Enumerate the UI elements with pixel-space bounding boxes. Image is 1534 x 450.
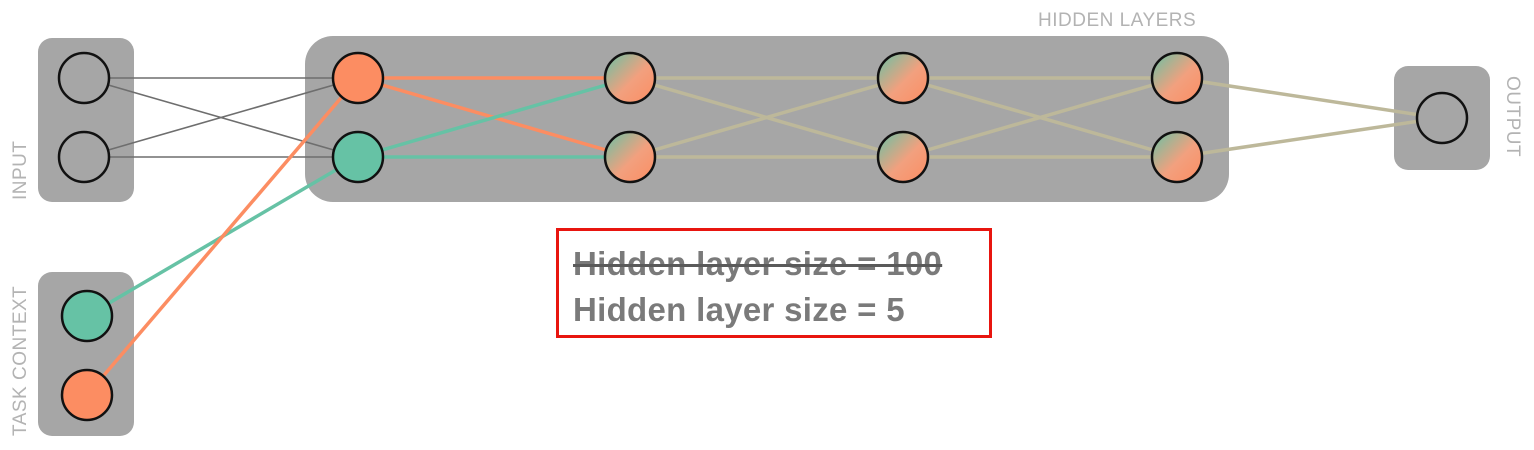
hidden-node [1150,130,1204,184]
old-hidden-size-text: Hidden layer size = 100 [573,245,943,282]
hidden-node [876,51,930,105]
input-node [57,130,111,184]
hidden-node [876,130,930,184]
network-diagram: INPUT TASK CONTEXT HIDDEN LAYERS OUTPUT [10,10,1523,436]
output-label: OUTPUT [1502,76,1523,157]
task-context-label: TASK CONTEXT [10,286,31,436]
input-label: INPUT [10,141,31,201]
hidden-node [603,130,657,184]
input-node [57,51,111,105]
hidden-node [603,51,657,105]
hidden-node [1150,51,1204,105]
new-hidden-size-text: Hidden layer size = 5 [573,291,905,328]
hidden-node-orange [331,51,385,105]
output-node [1415,91,1469,145]
context-node-orange [60,368,114,422]
hidden-size-note: Hidden layer size = 100 Hidden layer siz… [556,228,992,338]
hidden-layers-label: HIDDEN LAYERS [1038,10,1196,31]
context-node-teal [60,289,114,343]
hidden-node-teal [331,130,385,184]
